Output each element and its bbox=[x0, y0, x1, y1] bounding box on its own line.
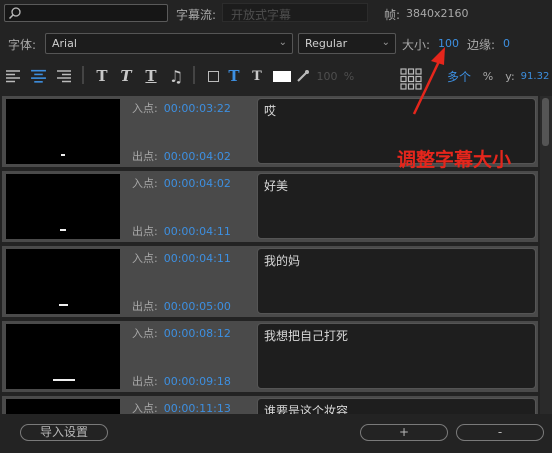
scrollbar-thumb[interactable] bbox=[542, 98, 549, 146]
color-swatch[interactable] bbox=[272, 66, 292, 86]
caption-thumbnail bbox=[6, 324, 120, 389]
outline-text-icon[interactable]: T bbox=[249, 66, 265, 86]
divider bbox=[82, 66, 84, 84]
frame-value: 3840x2160 bbox=[406, 7, 469, 20]
in-point: 入点: 00:00:03:22 bbox=[132, 102, 231, 115]
font-style-dropdown[interactable]: Regular ⌄ bbox=[298, 33, 396, 54]
caption-text-field[interactable]: 谁要是这个妆容 bbox=[257, 398, 536, 414]
in-point: 入点: 00:00:04:11 bbox=[132, 252, 231, 265]
edge-label: 边缘: bbox=[467, 38, 496, 52]
background-box-icon[interactable] bbox=[207, 66, 219, 86]
caption-thumbnail bbox=[6, 99, 120, 164]
font-family-value: Arial bbox=[52, 37, 77, 50]
align-right-icon[interactable] bbox=[56, 66, 72, 86]
font-row: 字体: Arial ⌄ Regular ⌄ 大小: 100 边缘: 0 bbox=[0, 30, 552, 58]
edge-value[interactable]: 0 bbox=[503, 37, 510, 50]
caption-thumbnail bbox=[6, 174, 120, 239]
opacity-value[interactable]: 100 bbox=[317, 66, 338, 86]
align-center-icon[interactable] bbox=[30, 66, 47, 86]
caption-item[interactable]: 入点: 00:00:04:11 出点: 00:00:05:00 我的妈 bbox=[2, 246, 538, 317]
percent-label: % bbox=[482, 69, 494, 83]
in-point: 入点: 00:00:08:12 bbox=[132, 327, 231, 340]
frame-label: 帧: bbox=[384, 8, 401, 22]
multiple-label[interactable]: 多个 bbox=[447, 66, 471, 86]
divider bbox=[193, 66, 195, 84]
font-family-dropdown[interactable]: Arial ⌄ bbox=[45, 33, 293, 54]
caption-stream-label: 字幕流: bbox=[176, 8, 217, 22]
size-label: 大小: bbox=[402, 38, 431, 52]
y-label: y: bbox=[505, 69, 515, 83]
bold-icon[interactable]: T bbox=[95, 66, 109, 86]
annotation-label: 调整字幕大小 bbox=[397, 149, 512, 171]
y-value[interactable]: 91.32 bbox=[520, 66, 550, 86]
text-color-icon[interactable]: T bbox=[227, 66, 241, 86]
import-settings-button[interactable]: 导入设置 bbox=[20, 424, 108, 441]
format-toolbar: T T T ♫ T T 100 % 多个 % y: 91.32 bbox=[0, 62, 552, 92]
caption-item[interactable]: 入点: 00:00:11:13 谁要是这个妆容 bbox=[2, 396, 538, 414]
italic-icon[interactable]: T bbox=[119, 66, 133, 86]
remove-caption-button[interactable]: - bbox=[456, 424, 544, 441]
music-note-icon[interactable]: ♫ bbox=[168, 66, 184, 86]
caption-item[interactable]: 入点: 00:00:08:12 出点: 00:00:09:18 我想把自己打死 bbox=[2, 321, 538, 392]
search-icon bbox=[8, 7, 21, 20]
out-point: 出点: 00:00:04:11 bbox=[132, 225, 231, 238]
underline-icon[interactable]: T bbox=[144, 66, 158, 86]
caption-stream-select[interactable]: 开放式字幕 bbox=[222, 3, 368, 22]
caption-stream-value: 开放式字幕 bbox=[231, 8, 292, 22]
caption-thumbnail bbox=[6, 399, 120, 414]
bottom-bar: 导入设置 + - bbox=[0, 414, 552, 453]
size-value[interactable]: 100 bbox=[438, 37, 459, 50]
caption-item[interactable]: 入点: 00:00:04:02 出点: 00:00:04:11 好美 bbox=[2, 171, 538, 242]
font-label: 字体: bbox=[8, 38, 37, 52]
caption-text-field[interactable]: 好美 bbox=[257, 173, 536, 239]
caption-thumbnail bbox=[6, 249, 120, 314]
list-scrollbar[interactable] bbox=[540, 96, 552, 414]
caption-list: 入点: 00:00:03:22 出点: 00:00:04:02 哎 入点: 00:00… bbox=[0, 96, 540, 414]
position-grid-icon[interactable] bbox=[400, 68, 422, 90]
add-caption-button[interactable]: + bbox=[360, 424, 448, 441]
eyedropper-icon[interactable] bbox=[296, 66, 310, 86]
align-left-icon[interactable] bbox=[5, 66, 21, 86]
font-style-value: Regular bbox=[305, 37, 348, 50]
search-input[interactable] bbox=[4, 4, 168, 22]
header-row: 字幕流: 开放式字幕 帧: 3840x2160 bbox=[0, 0, 552, 28]
opacity-percent: % bbox=[343, 69, 355, 83]
in-point: 入点: 00:00:11:13 bbox=[132, 402, 231, 414]
out-point: 出点: 00:00:04:02 bbox=[132, 150, 231, 163]
out-point: 出点: 00:00:05:00 bbox=[132, 300, 231, 313]
out-point: 出点: 00:00:09:18 bbox=[132, 375, 231, 388]
caption-text-field[interactable]: 我的妈 bbox=[257, 248, 536, 314]
in-point: 入点: 00:00:04:02 bbox=[132, 177, 231, 190]
chevron-down-icon: ⌄ bbox=[278, 37, 287, 48]
caption-text-field[interactable]: 我想把自己打死 bbox=[257, 323, 536, 389]
chevron-down-icon: ⌄ bbox=[381, 37, 390, 48]
